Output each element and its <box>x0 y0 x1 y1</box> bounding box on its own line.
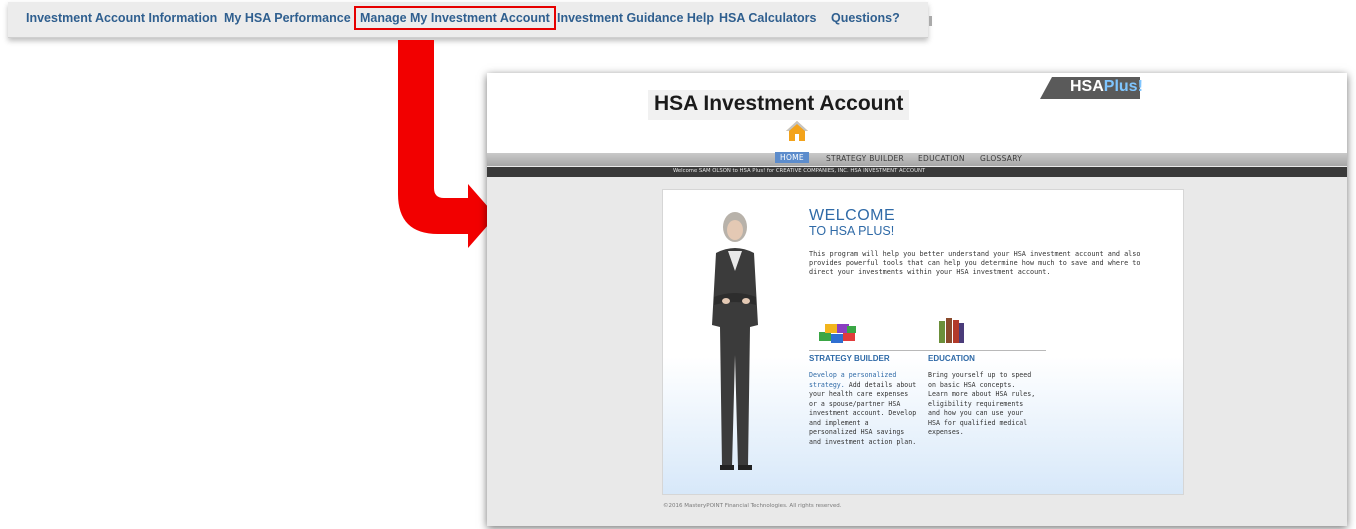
hsa-plus-screenshot: HSAPlus! HSA Investment Account HOME STR… <box>487 73 1347 526</box>
books-icon[interactable] <box>936 315 966 345</box>
menu-glossary[interactable]: GLOSSARY <box>980 154 1022 163</box>
brand-logo: HSAPlus! <box>1070 78 1143 95</box>
nav-hsa-calculators[interactable]: HSA Calculators <box>719 11 816 25</box>
menu-home[interactable]: HOME <box>775 152 809 163</box>
nav-questions[interactable]: Questions? <box>831 11 900 25</box>
callout-arrow <box>398 40 496 248</box>
welcome-message: Welcome SAM OLSON to HSA Plus! for CREAT… <box>673 168 926 174</box>
section-divider <box>809 350 1046 351</box>
menu-education[interactable]: EDUCATION <box>918 154 965 163</box>
menu-strategy-builder[interactable]: STRATEGY BUILDER <box>826 154 904 163</box>
welcome-subheading: TO HSA PLUS! <box>809 224 895 238</box>
education-title[interactable]: EDUCATION <box>928 354 975 363</box>
welcome-bar: Welcome SAM OLSON to HSA Plus! for CREAT… <box>487 167 1347 177</box>
education-text: Bring yourself up to speed on basic HSA … <box>928 371 1036 436</box>
content-card: WELCOME TO HSA PLUS! This program will h… <box>662 189 1184 495</box>
main-menu: HOME STRATEGY BUILDER EDUCATION GLOSSARY <box>487 152 1347 166</box>
nav-investment-guidance-help[interactable]: Investment Guidance Help <box>557 11 714 25</box>
nav-divider <box>929 16 932 26</box>
strategy-builder-description: Develop a personalized strategy. Add det… <box>809 371 919 447</box>
building-blocks-icon[interactable] <box>817 320 859 346</box>
intro-paragraph: This program will help you better unders… <box>809 250 1141 276</box>
welcome-heading: WELCOME <box>809 207 896 224</box>
copyright-notice: ©2016 MasteryPOINT Financial Technologie… <box>663 503 842 509</box>
strategy-builder-text: Add details about your health care expen… <box>809 380 917 446</box>
strategy-builder-title[interactable]: STRATEGY BUILDER <box>809 354 890 363</box>
page-title: HSA Investment Account <box>648 90 910 120</box>
house-icon[interactable] <box>785 120 809 142</box>
education-description: Bring yourself up to speed on basic HSA … <box>928 371 1038 438</box>
businesswoman-image <box>712 212 758 470</box>
site-header <box>487 73 1347 154</box>
